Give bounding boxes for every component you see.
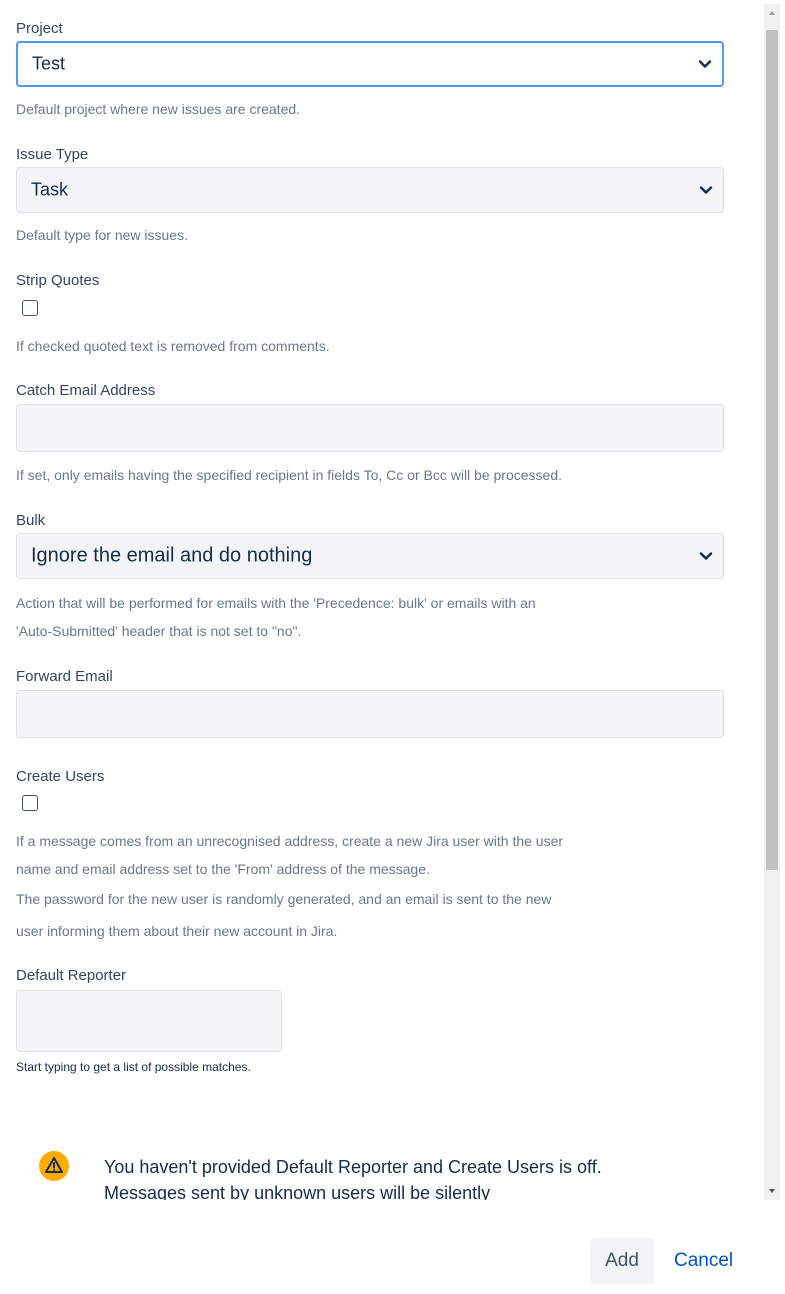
create-users-help-line3: The password for the new user is randoml… xyxy=(16,891,552,907)
bulk-help-line2: 'Auto-Submitted' header that is not set … xyxy=(16,623,302,639)
forward-email-label: Forward Email xyxy=(16,668,113,685)
issue-type-label: Issue Type xyxy=(16,146,89,163)
chevron-down-icon xyxy=(699,552,713,560)
warning-icon xyxy=(39,1151,69,1181)
issue-type-select-value: Task xyxy=(31,179,69,200)
strip-quotes-help: If checked quoted text is removed from c… xyxy=(16,338,330,354)
issue-type-help: Default type for new issues. xyxy=(16,227,188,243)
bulk-help-line1: Action that will be performed for emails… xyxy=(16,595,536,611)
chevron-down-icon xyxy=(699,186,713,194)
default-reporter-help: Start typing to get a list of possible m… xyxy=(16,1060,251,1074)
create-users-help-line4: user informing them about their new acco… xyxy=(16,923,338,939)
form-scroll-region: Project Test Default project where new i… xyxy=(0,0,760,1200)
scroll-up-arrow-icon[interactable] xyxy=(764,4,780,22)
catch-email-label: Catch Email Address xyxy=(16,382,156,399)
cancel-link[interactable]: Cancel xyxy=(674,1238,733,1284)
forward-email-input[interactable] xyxy=(16,690,724,738)
vertical-scrollbar[interactable] xyxy=(764,4,780,1200)
scroll-down-arrow-icon[interactable] xyxy=(764,1182,780,1200)
project-select[interactable]: Test xyxy=(16,41,724,87)
strip-quotes-label: Strip Quotes xyxy=(16,272,100,289)
default-reporter-label: Default Reporter xyxy=(16,967,127,984)
project-help: Default project where new issues are cre… xyxy=(16,101,301,117)
create-users-label: Create Users xyxy=(16,768,105,785)
strip-quotes-checkbox[interactable] xyxy=(22,300,38,316)
warning-text: You haven't provided Default Reporter an… xyxy=(104,1157,602,1200)
scrollbar-thumb[interactable] xyxy=(766,30,778,870)
chevron-down-icon xyxy=(698,60,712,68)
add-button[interactable]: Add xyxy=(590,1238,654,1284)
issue-type-select[interactable]: Task xyxy=(16,167,724,213)
bulk-select[interactable]: Ignore the email and do nothing xyxy=(16,533,724,579)
default-reporter-input[interactable] xyxy=(16,990,282,1052)
bulk-label: Bulk xyxy=(16,512,46,529)
project-label: Project xyxy=(16,20,63,37)
project-select-value: Test xyxy=(32,53,66,74)
create-users-help-line2: name and email address set to the 'From'… xyxy=(16,861,430,877)
catch-email-input[interactable] xyxy=(16,404,724,452)
catch-email-help: If set, only emails having the specified… xyxy=(16,467,562,483)
bulk-select-value: Ignore the email and do nothing xyxy=(31,544,313,567)
create-users-help-line1: If a message comes from an unrecognised … xyxy=(16,833,564,849)
create-users-checkbox[interactable] xyxy=(22,795,38,811)
